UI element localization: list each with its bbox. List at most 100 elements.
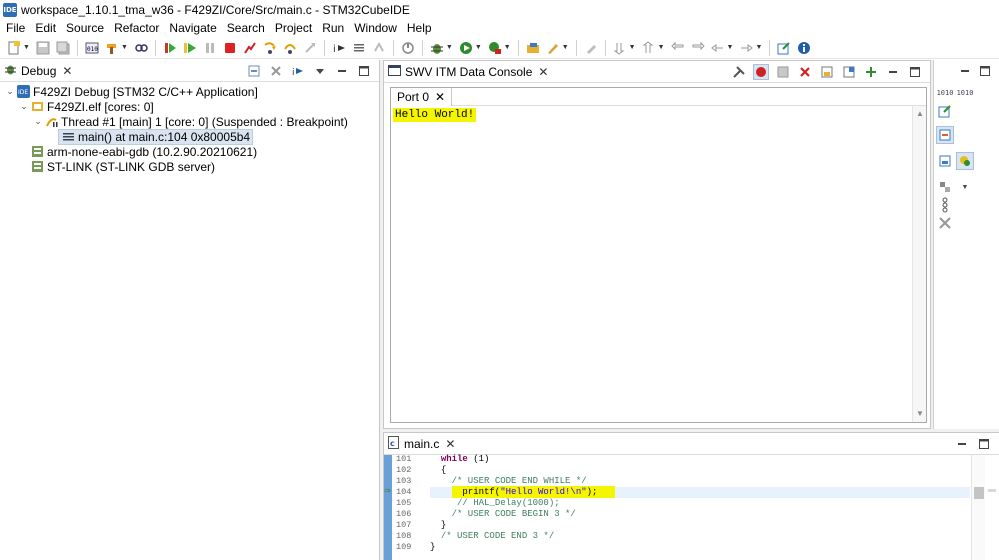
overview-ruler[interactable]: [985, 455, 999, 560]
previous-annotation-icon[interactable]: [641, 40, 657, 56]
close-icon[interactable]: ✕: [435, 90, 445, 104]
reset-chip-icon[interactable]: [400, 40, 416, 56]
run-icon[interactable]: [458, 40, 474, 56]
tree-row-thread[interactable]: ⌄ Thread #1 [main] 1 [core: 0] (Suspende…: [0, 114, 379, 129]
info-icon[interactable]: [796, 40, 812, 56]
menu-window[interactable]: Window: [349, 20, 402, 36]
chevron-down-icon[interactable]: ▼: [629, 44, 636, 51]
maximize-icon[interactable]: [356, 63, 372, 79]
tree-row-elf[interactable]: ⌄ F429ZI.elf [cores: 0]: [0, 99, 379, 114]
code-area[interactable]: while (1) { /* USER CODE END WHILE */ pr…: [430, 454, 970, 553]
step-into-icon[interactable]: [262, 40, 278, 56]
build-hammer-icon[interactable]: [104, 40, 120, 56]
scroll-thumb[interactable]: [974, 487, 984, 499]
menu-help[interactable]: Help: [402, 20, 437, 36]
tab-port-0[interactable]: Port 0 ✕: [391, 87, 453, 106]
memory-view-icon[interactable]: 1010: [956, 84, 974, 102]
code-line[interactable]: /* USER CODE BEGIN 3 */: [430, 509, 970, 520]
view-menu-icon[interactable]: [312, 63, 328, 79]
selected-frame[interactable]: main() at main.c:104 0x80005b4: [58, 128, 254, 145]
debug-link-icon[interactable]: [133, 40, 149, 56]
code-line[interactable]: }: [430, 520, 970, 531]
chevron-down-icon[interactable]: ▼: [658, 44, 665, 51]
restart-icon[interactable]: [371, 40, 387, 56]
pin-editor-icon[interactable]: [776, 40, 792, 56]
clear-trace-icon[interactable]: [797, 64, 813, 80]
forward-edit-icon[interactable]: [690, 40, 706, 56]
breakpoints-icon[interactable]: [956, 152, 974, 170]
expanded-chevron-icon[interactable]: ⌄: [32, 116, 44, 127]
menu-run[interactable]: Run: [317, 20, 349, 36]
external-tools-icon[interactable]: [487, 40, 503, 56]
step-return-icon[interactable]: [302, 40, 318, 56]
menu-project[interactable]: Project: [270, 20, 317, 36]
add-port-icon[interactable]: [863, 64, 879, 80]
peripherals-icon[interactable]: [936, 178, 954, 196]
outline-icon[interactable]: [936, 102, 954, 120]
disassembly-icon[interactable]: [936, 196, 954, 214]
maximize-icon[interactable]: [976, 436, 992, 452]
save-trace-icon[interactable]: [775, 64, 791, 80]
editor-scrollbar[interactable]: [971, 455, 985, 560]
expressions-icon[interactable]: [936, 126, 954, 144]
maximize-icon[interactable]: [976, 62, 994, 80]
list-lines-icon[interactable]: [351, 40, 367, 56]
menu-navigate[interactable]: Navigate: [164, 20, 221, 36]
open-perspective-icon[interactable]: [525, 40, 541, 56]
minimize-icon[interactable]: [956, 62, 974, 80]
configure-trace-icon[interactable]: [731, 64, 747, 80]
disconnect-icon[interactable]: [242, 40, 258, 56]
debug-bug-icon[interactable]: [429, 40, 445, 56]
instruction-step-icon[interactable]: i: [290, 63, 306, 79]
remove-all-icon[interactable]: [936, 214, 954, 232]
start-trace-icon[interactable]: [753, 64, 769, 80]
scroll-lock-icon[interactable]: [819, 64, 835, 80]
console-scrollbar[interactable]: ▲ ▼: [912, 106, 926, 422]
chevron-down-icon[interactable]: ▼: [23, 44, 30, 51]
code-line[interactable]: {: [430, 465, 970, 476]
menu-file[interactable]: File: [0, 20, 30, 36]
terminate-icon[interactable]: [222, 40, 238, 56]
suspend-icon[interactable]: [202, 40, 218, 56]
minimize-icon[interactable]: [334, 63, 350, 79]
chevron-down-icon[interactable]: ▼: [755, 44, 762, 51]
menu-refactor[interactable]: Refactor: [109, 20, 164, 36]
tree-row-launch[interactable]: ⌄ IDE F429ZI Debug [STM32 C/C++ Applicat…: [0, 84, 379, 99]
instruction-stepping-icon[interactable]: i: [331, 40, 347, 56]
back-icon[interactable]: [710, 40, 726, 56]
tree-row-stack-frame[interactable]: main() at main.c:104 0x80005b4: [0, 128, 379, 145]
maximize-icon[interactable]: [907, 64, 923, 80]
tree-row-gdb[interactable]: arm-none-eabi-gdb (10.2.90.20210621): [0, 144, 379, 159]
resume-icon[interactable]: [182, 40, 198, 56]
chevron-down-icon[interactable]: ▼: [956, 178, 974, 196]
build-binary-icon[interactable]: 010: [84, 40, 100, 56]
variables-icon[interactable]: [936, 152, 954, 170]
tree-row-stlink[interactable]: ST-LINK (ST-LINK GDB server): [0, 159, 379, 174]
highlighter-icon[interactable]: [583, 40, 599, 56]
editor-annotation-gutter[interactable]: [384, 455, 392, 560]
chevron-down-icon[interactable]: ▼: [121, 44, 128, 51]
remove-terminated-icon[interactable]: [268, 63, 284, 79]
minimize-icon[interactable]: [885, 64, 901, 80]
save-icon[interactable]: [35, 40, 51, 56]
code-line[interactable]: printf("Hello World!\n");: [430, 486, 970, 498]
code-line[interactable]: }: [430, 542, 970, 553]
chevron-down-icon[interactable]: ▼: [475, 44, 482, 51]
forward-icon[interactable]: [738, 40, 754, 56]
next-annotation-icon[interactable]: [612, 40, 628, 56]
code-line[interactable]: /* USER CODE END 3 */: [430, 531, 970, 542]
pen-icon[interactable]: [545, 40, 561, 56]
minimize-icon[interactable]: [954, 436, 970, 452]
chevron-down-icon[interactable]: ▼: [562, 44, 569, 51]
collapse-all-icon[interactable]: [246, 63, 262, 79]
chevron-down-icon[interactable]: ▼: [727, 44, 734, 51]
tab-debug[interactable]: Debug ✕: [0, 60, 78, 82]
last-edit-icon[interactable]: [670, 40, 686, 56]
close-icon[interactable]: ✕: [538, 65, 548, 79]
code-line[interactable]: while (1): [430, 454, 970, 465]
save-all-icon[interactable]: [55, 40, 71, 56]
scroll-up-icon[interactable]: ▲: [913, 108, 927, 120]
menu-edit[interactable]: Edit: [30, 20, 61, 36]
chevron-down-icon[interactable]: ▼: [504, 44, 511, 51]
chevron-down-icon[interactable]: ▼: [446, 44, 453, 51]
